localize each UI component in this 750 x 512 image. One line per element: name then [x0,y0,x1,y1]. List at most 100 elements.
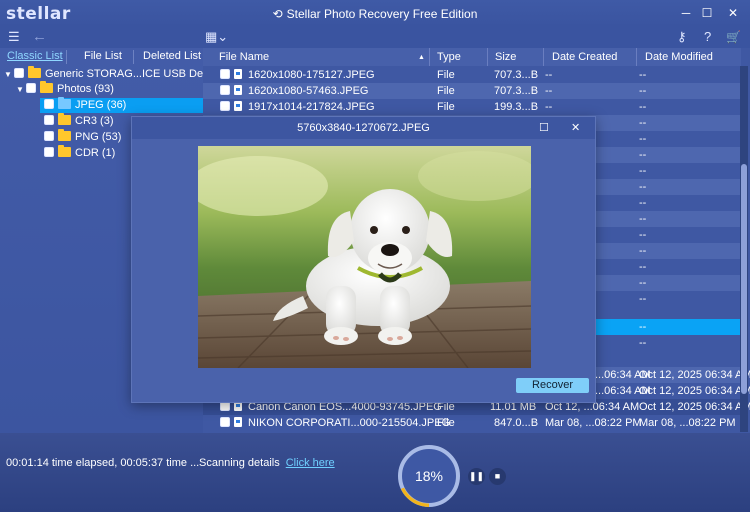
view-tabs: Classic List File List Deleted List [0,48,203,66]
date-modified: -- [639,197,647,209]
file-size: 707.3...B [494,69,539,81]
checkbox[interactable] [14,68,24,78]
tree-item-jpeg[interactable]: JPEG (36) [40,97,203,113]
column-date-created[interactable]: Date Created [552,51,617,63]
checkbox[interactable] [220,69,230,79]
caret-down-icon[interactable]: ▼ [16,82,26,97]
tree-item-photos[interactable]: ▼ Photos (93) [16,81,114,97]
file-name: 1620x1080-175127.JPEG [248,69,375,81]
file-type: File [437,69,455,81]
tree-item-cr3[interactable]: CR3 (3) [44,113,114,129]
file-type: File [437,101,455,113]
back-icon[interactable]: ← [32,29,47,45]
file-name: NIKON CORPORATI...000-215504.JPEG [248,417,451,429]
table-row[interactable]: 1917x1014-217824.JPEG File 199.3...B -- … [203,99,741,115]
date-created: -- [545,101,553,113]
scan-progress: 18% [398,445,460,507]
recover-button[interactable]: Recover [516,378,589,393]
scanning-details: Scanning details Click here [199,457,335,469]
column-divider[interactable] [487,48,488,66]
click-here-link[interactable]: Click here [286,457,335,469]
column-divider[interactable] [636,48,637,66]
date-modified: -- [639,101,647,113]
cart-icon[interactable]: 🛒 [726,29,741,45]
status-bar: 00:01:14 time elapsed, 00:05:37 time ...… [0,433,750,512]
column-type[interactable]: Type [437,51,461,63]
checkbox[interactable] [26,83,36,93]
checkbox[interactable] [220,417,230,427]
caret-down-icon[interactable]: ▼ [4,67,14,82]
tab-classic-list[interactable]: Classic List [7,50,63,62]
checkbox[interactable] [220,85,230,95]
folder-icon [58,129,71,141]
folder-icon [58,113,71,125]
tree-item-label: CR3 (3) [75,115,114,127]
tab-file-list[interactable]: File List [84,50,122,62]
toolbar: ☰ ← ▦⌄ ⚷ ? 🛒 [0,27,750,48]
preview-image [198,146,531,368]
sort-asc-icon[interactable]: ▲ [418,54,425,61]
table-row[interactable]: NIKON CORPORATI...000-215504.JPEG File 8… [203,415,741,431]
date-modified: Oct 12, 2025 06:34 AM [639,401,750,413]
tree-item-cdr[interactable]: CDR (1) [44,145,115,161]
date-modified: Oct 12, 2025 06:34 AM [639,369,750,381]
image-file-icon [234,69,242,79]
preview-dialog: 5760x3840-1270672.JPEG ☐ ✕ Recover [131,116,596,403]
image-file-icon [234,417,242,427]
image-file-icon [234,85,242,95]
preview-maximize-button[interactable]: ☐ [539,121,549,134]
tree-item-label: Photos (93) [57,83,114,95]
view-mode-icon[interactable]: ▦⌄ [205,29,228,45]
column-file-name[interactable]: File Name [219,51,269,63]
column-label: File Name [219,51,270,63]
progress-percent: 18% [414,468,444,484]
date-modified: -- [639,293,647,305]
tab-deleted-list[interactable]: Deleted List [143,50,201,62]
date-created: Mar 08, ...08:22 PM [545,417,642,429]
menu-icon[interactable]: ☰ [8,29,20,45]
date-modified: -- [639,117,647,129]
checkbox[interactable] [44,131,54,141]
file-type: File [437,417,455,429]
column-divider[interactable] [429,48,430,66]
tree-item-label: PNG (53) [75,131,122,143]
checkbox[interactable] [44,147,54,157]
key-icon[interactable]: ⚷ [677,29,687,45]
close-button[interactable]: ✕ [724,5,742,21]
preview-title-bar: 5760x3840-1270672.JPEG ☐ ✕ [132,117,595,139]
window-title: ⟲ Stellar Photo Recovery Free Edition [0,7,750,21]
maximize-button[interactable]: ☐ [698,5,716,21]
preview-close-button[interactable]: ✕ [571,121,580,134]
back-arrow-icon: ⟲ [272,7,283,21]
checkbox[interactable] [44,99,54,109]
checkbox[interactable] [220,101,230,111]
file-type: File [437,85,455,97]
file-name: 1620x1080-57463.JPEG [248,85,369,97]
date-modified: -- [639,165,647,177]
minimize-button[interactable]: ─ [677,5,695,21]
tree-item-png[interactable]: PNG (53) [44,129,122,145]
table-row[interactable]: 1620x1080-175127.JPEG File 707.3...B -- … [203,67,741,83]
folder-icon [58,145,71,157]
table-row[interactable]: 1620x1080-57463.JPEG File 707.3...B -- -… [203,83,741,99]
checkbox[interactable] [44,115,54,125]
file-size: 199.3...B [494,101,539,113]
elapsed-time: 00:01:14 time elapsed, 00:05:37 time ... [6,457,200,469]
vertical-scrollbar[interactable] [740,66,748,432]
column-divider[interactable] [543,48,544,66]
date-modified: Mar 08, ...08:22 PM [639,417,736,429]
help-icon[interactable]: ? [704,29,711,45]
tree-item-device[interactable]: ▼ Generic STORAG...ICE USB Device [4,66,223,82]
window-title-text: Stellar Photo Recovery Free Edition [286,7,478,21]
date-modified: -- [639,85,647,97]
column-size[interactable]: Size [495,51,516,63]
file-size: 707.3...B [494,85,539,97]
scrollbar-thumb[interactable] [741,164,747,394]
date-modified: -- [639,149,647,161]
pause-button[interactable]: ❚❚ [468,468,485,485]
folder-icon [28,66,41,78]
stop-button[interactable]: ■ [489,468,506,485]
column-date-modified[interactable]: Date Modified [645,51,713,63]
date-modified: -- [639,181,647,193]
image-file-icon [234,101,242,111]
